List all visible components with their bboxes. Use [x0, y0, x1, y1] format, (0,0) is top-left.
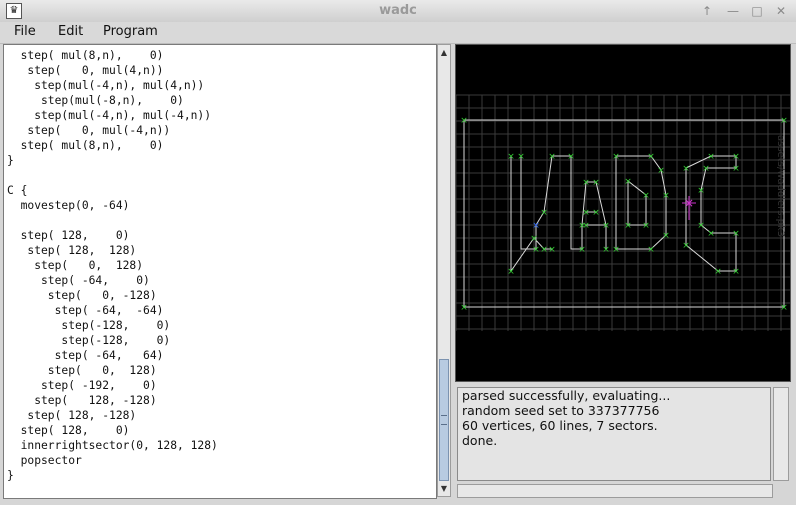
vertex-marker: × [540, 208, 548, 218]
menu-program[interactable]: Program [103, 24, 158, 39]
vertex-marker: × [460, 116, 468, 126]
code-editor[interactable]: step( mul(8,n), 0) step( 0, mul(4,n)) st… [3, 44, 437, 499]
vertex-marker: × [624, 221, 632, 231]
start-marker: × [532, 221, 540, 231]
vertex-marker: × [507, 267, 515, 277]
console-line: parsed successfully, evaluating... [462, 388, 671, 403]
vertex-marker: × [697, 221, 705, 231]
window-title: wadc [379, 3, 417, 18]
vertex-marker: × [682, 164, 690, 174]
watermark-text: assets/waddlers.pk3 [775, 135, 786, 238]
vertex-marker: × [582, 208, 590, 218]
map-canvas[interactable]: × × × × × × × × × × × × × × × × × × × × × × × × × × × × × × × × × × × × × × × ×… [455, 44, 791, 382]
vertex-marker: × [732, 267, 740, 277]
scroll-up-icon[interactable]: ▲ [438, 46, 450, 60]
maximize-icon[interactable]: □ [748, 2, 766, 20]
vertex-marker: × [548, 152, 556, 162]
vertex-marker: × [460, 303, 468, 313]
vertex-marker: × [582, 178, 590, 188]
selected-marker: × [684, 196, 694, 210]
vertex-marker: × [612, 245, 620, 255]
vertex-marker: × [530, 234, 538, 244]
menu-file[interactable]: File [14, 24, 36, 39]
vertex-marker: × [540, 245, 548, 255]
scroll-down-icon[interactable]: ▼ [438, 482, 450, 496]
vertex-marker: × [697, 186, 705, 196]
vertex-marker: × [602, 245, 610, 255]
vertex-marker: × [602, 221, 610, 231]
vertex-marker: × [682, 241, 690, 251]
vertex-marker: × [647, 245, 655, 255]
vertex-marker: × [662, 231, 670, 241]
vertex-marker: × [707, 152, 715, 162]
minimize-icon[interactable]: — [724, 2, 742, 20]
pin-icon[interactable]: ↑ [698, 2, 716, 20]
map-outline [463, 119, 785, 308]
vertex-marker: × [612, 152, 620, 162]
vertex-marker: × [517, 152, 525, 162]
vertex-marker: × [780, 116, 788, 126]
console-horizontal-scrollbar[interactable] [457, 484, 773, 498]
vertex-marker: × [647, 152, 655, 162]
vertex-marker: × [714, 267, 722, 277]
menu-edit[interactable]: Edit [58, 24, 83, 39]
vertex-marker: × [732, 164, 740, 174]
console-line: 60 vertices, 60 lines, 7 sectors. [462, 418, 658, 433]
vertex-marker: × [642, 191, 650, 201]
vertex-marker: × [582, 221, 590, 231]
vertex-marker: × [578, 245, 586, 255]
code-text[interactable]: step( mul(8,n), 0) step( 0, mul(4,n)) st… [4, 45, 436, 483]
vertex-marker: × [732, 229, 740, 239]
vertex-marker: × [507, 152, 515, 162]
console-vertical-scrollbar[interactable] [773, 387, 789, 481]
vertex-marker: × [592, 178, 600, 188]
vertex-marker: × [548, 245, 556, 255]
title-bar: ♛ wadc ↑ — □ ✕ [0, 0, 796, 23]
vertex-marker: × [532, 245, 540, 255]
vertex-marker: × [732, 152, 740, 162]
map-line [627, 179, 647, 226]
scroll-thumb[interactable] [439, 359, 449, 481]
vertex-marker: × [707, 229, 715, 239]
map-drawing: × ×× ×× × × ×××× ××××××× ×××× ××× ×××××××××××× ×××… [456, 94, 790, 331]
menu-bar: File Edit Program [0, 22, 796, 44]
console-output: parsed successfully, evaluating... rando… [457, 387, 771, 481]
vertex-marker: × [657, 166, 665, 176]
vertex-marker: × [642, 221, 650, 231]
grip-icon [441, 415, 447, 425]
editor-scrollbar[interactable]: ▲ ▼ [437, 44, 451, 497]
vertex-marker: × [702, 164, 710, 174]
console-line: done. [462, 433, 498, 448]
vertex-marker: × [567, 152, 575, 162]
console-line: random seed set to 337377756 [462, 403, 660, 418]
vertex-marker: × [624, 177, 632, 187]
close-icon[interactable]: ✕ [772, 2, 790, 20]
vertex-marker: × [592, 208, 600, 218]
vertex-marker: × [662, 191, 670, 201]
